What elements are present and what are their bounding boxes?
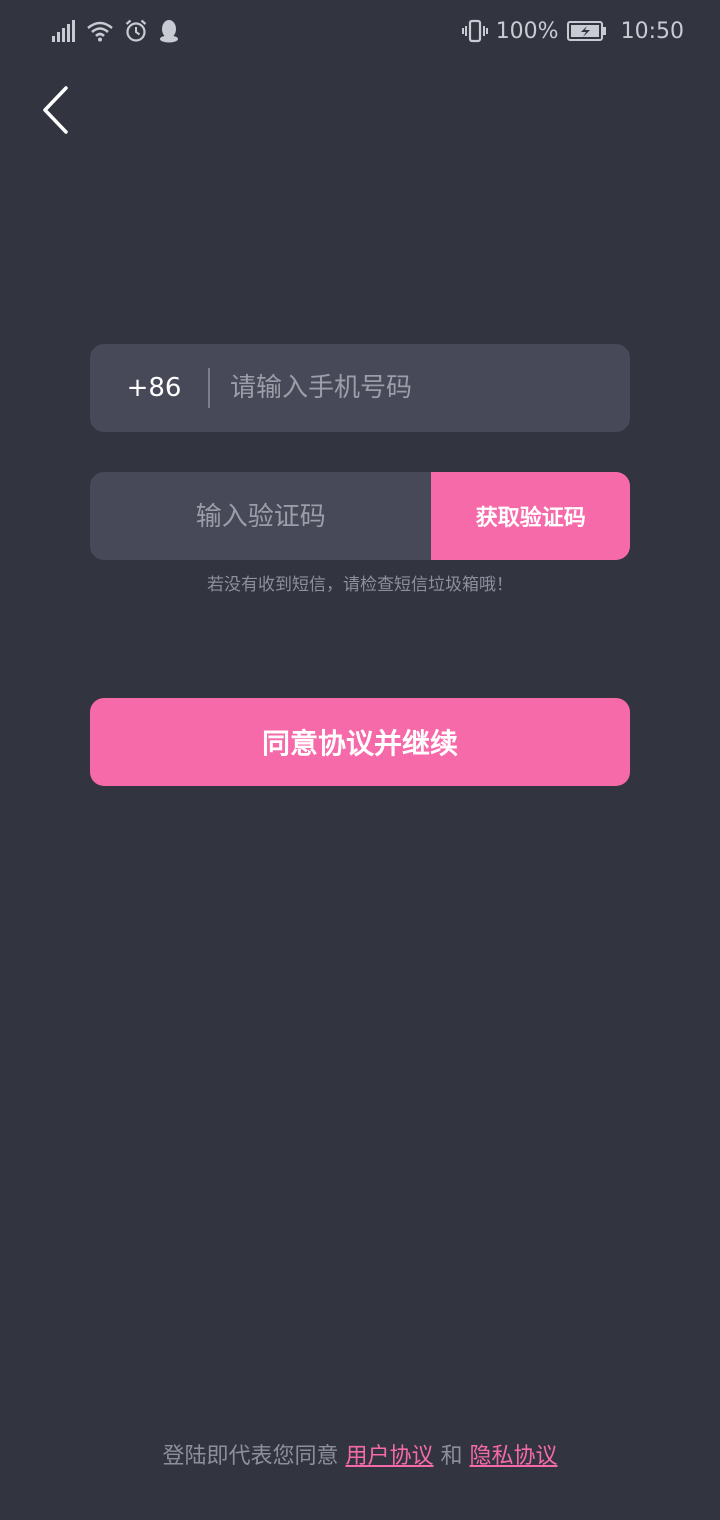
battery-charging-icon [566, 20, 607, 42]
verification-code-input[interactable] [90, 472, 432, 560]
agreement-prefix: 登陆即代表您同意 [162, 1444, 339, 1469]
alarm-icon [124, 19, 148, 43]
battery-percent: 100% [495, 18, 559, 44]
status-left-icons [52, 16, 180, 46]
status-right-icons: 100% 10:50 [461, 16, 684, 46]
signal-icon [52, 20, 76, 42]
status-bar: 100% 10:50 [0, 0, 720, 62]
qq-icon [158, 19, 180, 43]
sms-hint: 若没有收到短信，请检查短信垃圾箱哦！ [207, 575, 513, 595]
phone-input[interactable] [210, 344, 630, 432]
phone-field: +86 [90, 344, 630, 432]
get-code-button[interactable]: 获取验证码 [431, 472, 630, 560]
login-screen: 100% 10:50 +86 获取验证码 若 [0, 0, 720, 1520]
country-code[interactable]: +86 [100, 373, 208, 403]
agreement-and: 和 [440, 1444, 463, 1469]
agreement-footer: 登陆即代表您同意 用户协议 和 隐私协议 [0, 1438, 720, 1470]
wifi-icon [86, 20, 114, 42]
chevron-left-icon [40, 85, 70, 139]
status-time: 10:50 [620, 18, 684, 44]
user-agreement-link[interactable]: 用户协议 [345, 1444, 433, 1469]
privacy-agreement-link[interactable]: 隐私协议 [470, 1444, 558, 1469]
agree-continue-button[interactable]: 同意协议并继续 [90, 698, 630, 786]
vibrate-icon [461, 19, 488, 43]
back-button[interactable] [30, 84, 80, 140]
verification-code-field: 获取验证码 [90, 472, 630, 560]
